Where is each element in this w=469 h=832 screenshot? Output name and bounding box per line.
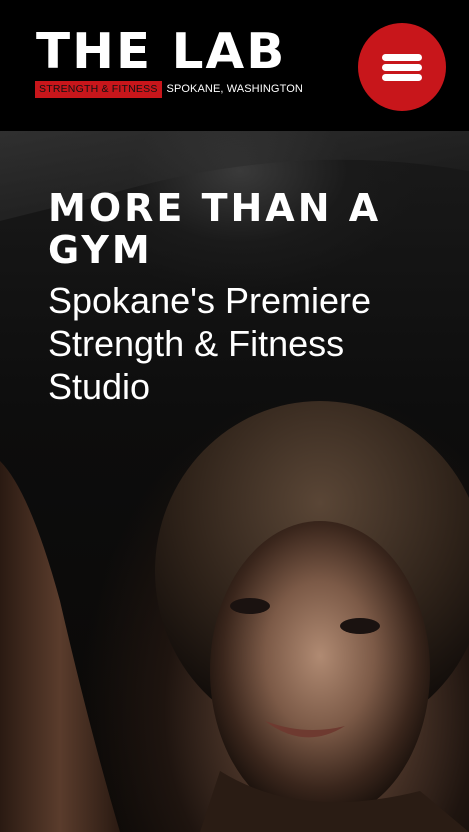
hamburger-menu-icon-bar — [382, 74, 422, 81]
hero-title: MORE THAN A GYM — [48, 186, 382, 272]
logo-title: THE LAB — [36, 23, 287, 80]
hamburger-menu-icon-bar — [382, 64, 422, 71]
hero-section: MORE THAN A GYM Spokane's Premiere Stren… — [0, 131, 469, 832]
hero-subtitle: Spokane's Premiere Strength & Fitness St… — [48, 280, 372, 407]
hero-content: MORE THAN A GYM Spokane's Premiere Stren… — [48, 187, 438, 408]
logo-location: SPOKANE, WASHINGTON — [166, 83, 303, 95]
menu-button[interactable] — [358, 23, 446, 111]
site-logo[interactable]: THE LAB STRENGTH & FITNESS SPOKANE, WASH… — [35, 23, 303, 102]
logo-tagline: STRENGTH & FITNESS — [35, 81, 162, 98]
hamburger-menu-icon — [382, 54, 422, 61]
site-header: THE LAB STRENGTH & FITNESS SPOKANE, WASH… — [0, 0, 469, 131]
logo-subline: STRENGTH & FITNESS SPOKANE, WASHINGTON — [35, 81, 303, 98]
